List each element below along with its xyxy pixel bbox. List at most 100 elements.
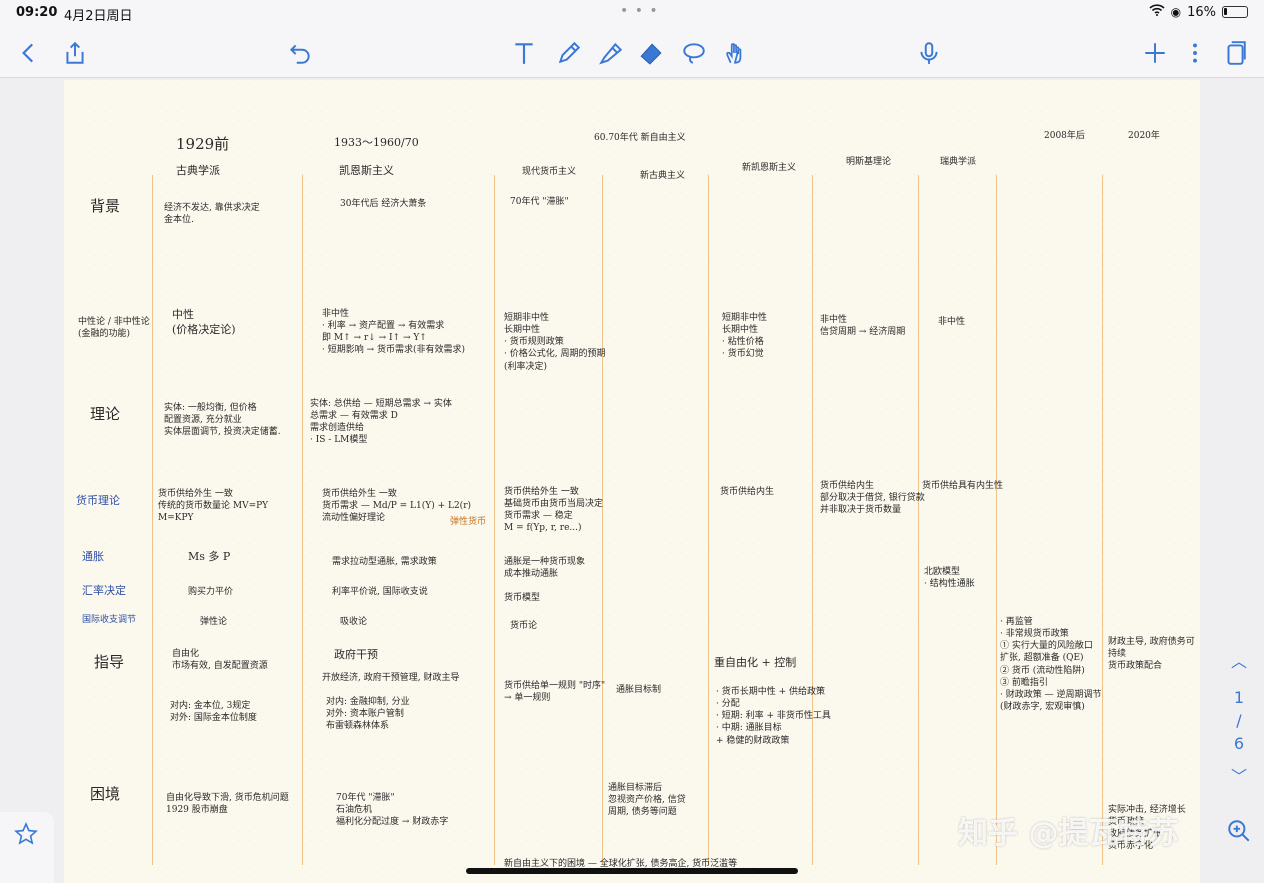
- paper-texture: [64, 80, 1200, 883]
- c2-neutrality: 非中性 · 利率 → 资产配置 → 有效需求 即 M↑ → r↓ → I↑ → …: [322, 309, 466, 356]
- back-icon[interactable]: [14, 38, 44, 68]
- page-navigator: ︿ 1 / 6 ﹀: [1224, 648, 1254, 791]
- c3-inflation: 通胀是一种货币现象 成本推动通胀: [504, 557, 586, 580]
- c2-fx: 利率平价说, 国际收支说: [332, 587, 428, 597]
- c2-guide-3: 对内: 金融抑制, 分业 对外: 资本账户管制 布雷顿森林体系: [326, 697, 410, 732]
- row-label-money-theory: 货币理论: [76, 494, 120, 507]
- column-divider: [152, 175, 153, 865]
- column-divider: [812, 175, 813, 865]
- c7-fx: 北欧模型 · 结构性通胀: [924, 567, 975, 590]
- c4-dilemma: 通胀目标滞后 忽视资产价格, 信贷 周期, 债务等问题: [608, 783, 686, 818]
- column-divider: [1102, 175, 1103, 865]
- c5-money: 货币供给内生: [720, 487, 775, 497]
- c6-neutrality: 非中性 信贷周期 → 经济周期: [820, 315, 906, 338]
- hand-icon[interactable]: [720, 38, 750, 68]
- c3-fx: 货币模型: [504, 593, 541, 603]
- c2-guide-2: 开放经济, 政府干预管理, 财政主导: [322, 673, 460, 683]
- c3-guide: 货币供给单一规则 "时序" → 单一规则: [504, 681, 606, 704]
- c2-money-note: 弹性货币: [450, 517, 487, 527]
- column-divider: [302, 175, 303, 865]
- zoom-icon[interactable]: [1226, 818, 1252, 848]
- wifi-icon: [1149, 4, 1165, 20]
- c2-guide: 政府干预: [334, 648, 378, 661]
- multitask-dots[interactable]: • • •: [620, 3, 659, 19]
- eraser-icon[interactable]: [636, 38, 666, 68]
- c3-trade: 货币论: [510, 621, 538, 631]
- column-divider: [708, 175, 709, 865]
- row-label-fx: 汇率决定: [82, 584, 126, 597]
- row-label-trade: 国际收支调节: [82, 615, 137, 625]
- c5-guide: 重自由化 + 控制: [714, 656, 797, 669]
- highlighter-icon[interactable]: [596, 38, 626, 68]
- battery-percent: 16%: [1187, 4, 1216, 20]
- header-minsky: 明斯基理论: [846, 157, 892, 167]
- header-swedish: 瑞典学派: [940, 157, 977, 167]
- c6-money: 货币供给内生 部分取决于借贷, 银行贷款 并非取决于货币数量: [820, 481, 925, 516]
- row-label-background: 背景: [90, 197, 121, 215]
- header-1929: 1929前: [176, 135, 230, 153]
- row-label-guide: 指导: [94, 653, 125, 671]
- more-icon[interactable]: [1180, 38, 1210, 68]
- add-icon[interactable]: [1140, 38, 1170, 68]
- page-total: 6: [1233, 734, 1245, 753]
- star-icon[interactable]: [14, 822, 38, 850]
- header-new-classic: 新古典主义: [640, 171, 686, 181]
- pen-icon[interactable]: [554, 38, 584, 68]
- battery-fill: [1224, 8, 1227, 15]
- c1-inflation: Ms 多 P: [188, 550, 231, 563]
- row-label-neutrality: 中性论 / 非中性论 (金融的功能): [78, 317, 150, 340]
- c7-money: 货币供给具有内生性: [922, 481, 1004, 491]
- c4-guide: 通胀目标制: [616, 685, 662, 695]
- date: 4月2日周日: [64, 9, 133, 24]
- row-label-theory: 理论: [90, 405, 121, 423]
- lasso-icon[interactable]: [679, 38, 709, 68]
- page-down-icon[interactable]: ﹀: [1224, 763, 1254, 787]
- c2-trade: 吸收论: [340, 617, 368, 627]
- favorites-panel: [0, 812, 54, 883]
- c2-theory: 实体: 总供给 — 短期总需求 → 实体 总需求 — 有效需求 D 需求创造供给…: [310, 399, 452, 446]
- text-icon[interactable]: [509, 38, 539, 68]
- c5-guide-2: · 货币长期中性 + 供给政策 · 分配 · 短期: 利率 + 非货币性工具 ·…: [716, 687, 831, 746]
- c1-fx: 购买力平价: [188, 587, 234, 597]
- c2-dilemma: 70年代 "滞胀" 石油危机 福利化分配过度 → 财政赤字: [336, 793, 449, 828]
- undo-icon[interactable]: [285, 38, 315, 68]
- clock: 09:20: [16, 5, 58, 20]
- c7-neutrality: 非中性: [938, 317, 966, 327]
- page-separator: /: [1236, 711, 1242, 730]
- status-bar: 09:20 4月2日周日 • • • ◉ 16%: [0, 0, 1264, 26]
- header-classic: 古典学派: [176, 164, 220, 177]
- location-icon: ◉: [1170, 5, 1182, 19]
- c1-background: 经济不发达, 靠供求决定 金本位.: [164, 203, 260, 226]
- c1-dilemma: 自由化导致下滑, 货币危机问题 1929 股市崩盘: [166, 793, 289, 816]
- header-modern-money: 现代货币主义: [522, 167, 577, 177]
- header-new-keynes: 新凯恩斯主义: [742, 163, 797, 173]
- toolbar: [0, 26, 1264, 78]
- c1-money: 货币供给外生 一致 传统的货币数量论 MV=PY M=KPY: [158, 489, 269, 524]
- share-icon[interactable]: [60, 38, 90, 68]
- c1-neutrality: 中性 (价格决定论): [172, 308, 236, 336]
- row-label-inflation: 通胀: [82, 550, 104, 563]
- header-1933: 1933～1960/70: [334, 136, 419, 149]
- watermark: 知乎 @提瓦特苏: [958, 816, 1179, 851]
- c2-background: 30年代后 经济大萧条: [340, 199, 427, 209]
- header-2020: 2020年: [1128, 131, 1160, 141]
- note-canvas[interactable]: 1929前 古典学派 1933～1960/70 凯恩斯主义 60.70年代 新自…: [64, 80, 1200, 883]
- column-divider: [494, 175, 495, 865]
- c3-neutrality: 短期非中性 长期中性 · 货币规则政策 · 价格公式化, 周期的预期 (利率决定…: [504, 313, 606, 372]
- battery-icon: [1222, 6, 1248, 18]
- c3-background: 70年代 "滞胀": [510, 197, 569, 207]
- column-divider: [996, 175, 997, 865]
- page-up-icon[interactable]: ︿: [1224, 648, 1254, 672]
- header-2008: 2008年后: [1044, 131, 1085, 141]
- c2-money: 货币供给外生 一致 货币需求 — Md/P = L1(Y) + L2(r) 流动…: [322, 489, 472, 524]
- c1-trade: 弹性论: [200, 617, 228, 627]
- column-divider: [918, 175, 919, 865]
- c9-guide: 财政主导, 政府债务可持续 货币政策配合: [1108, 637, 1195, 672]
- c3-money: 货币供给外生 一致 基础货币由货币当局决定 货币需求 — 稳定 M = f(Yp…: [504, 487, 604, 534]
- mic-icon[interactable]: [914, 38, 944, 68]
- pages-icon[interactable]: [1220, 38, 1250, 68]
- header-keynes: 凯恩斯主义: [339, 164, 394, 177]
- row-label-dilemma: 困境: [90, 785, 121, 803]
- status-right: ◉ 16%: [1149, 4, 1248, 20]
- home-indicator[interactable]: [466, 868, 798, 874]
